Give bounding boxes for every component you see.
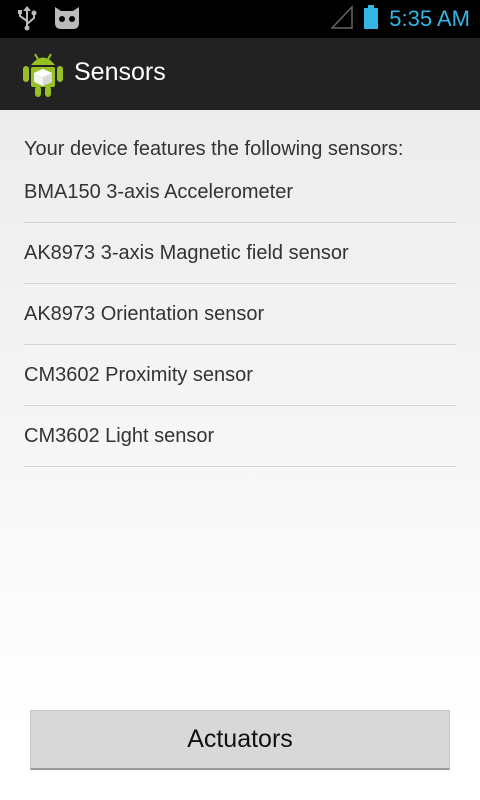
signal-icon <box>330 5 354 33</box>
action-bar: Sensors <box>0 38 480 110</box>
actuators-button[interactable]: Actuators <box>30 710 450 770</box>
list-item[interactable]: CM3602 Proximity sensor <box>24 345 456 406</box>
intro-text: Your device features the following senso… <box>24 138 404 160</box>
list-item[interactable]: AK8973 3-axis Magnetic field sensor <box>24 223 456 284</box>
sensor-list-screen: Your device features the following senso… <box>0 110 480 800</box>
battery-icon <box>363 4 379 34</box>
status-bar: 5:35 AM <box>0 0 480 38</box>
list-item[interactable]: BMA150 3-axis Accelerometer <box>24 162 456 223</box>
list-item[interactable]: AK8973 Orientation sensor <box>24 284 456 345</box>
usb-icon <box>16 5 38 35</box>
sensor-list: BMA150 3-axis Accelerometer AK8973 3-axi… <box>24 162 456 467</box>
android-cube-icon[interactable] <box>22 52 64 98</box>
page-title: Sensors <box>74 58 166 86</box>
cyanogen-icon <box>52 5 82 35</box>
clock: 5:35 AM <box>389 6 470 31</box>
list-item[interactable]: CM3602 Light sensor <box>24 406 456 467</box>
